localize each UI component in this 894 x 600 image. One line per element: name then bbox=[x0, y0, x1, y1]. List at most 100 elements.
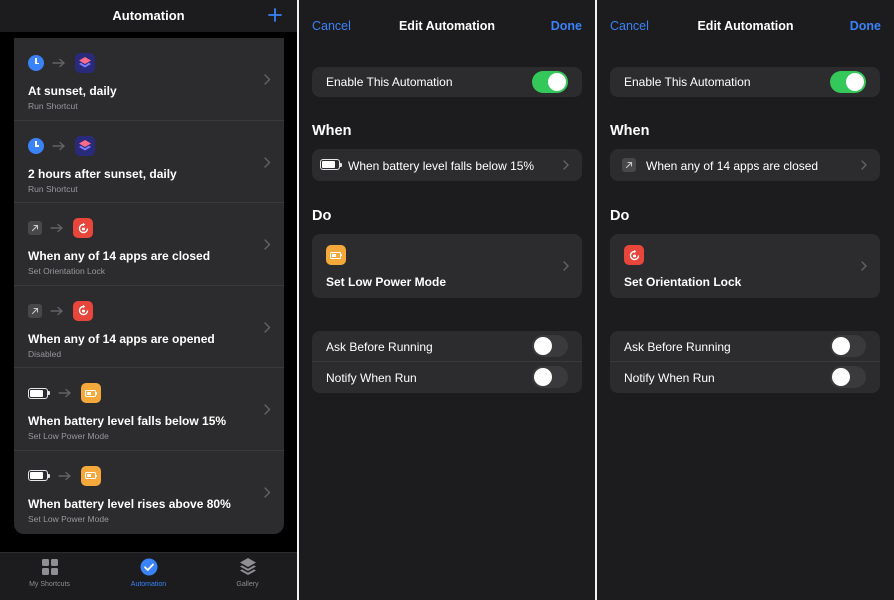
low-power-mode-icon bbox=[81, 383, 101, 404]
tab-label: My Shortcuts bbox=[29, 581, 70, 588]
do-action-label: Set Orientation Lock bbox=[624, 275, 742, 289]
chevron-right-icon bbox=[264, 156, 271, 168]
low-power-mode-icon bbox=[326, 245, 346, 265]
automation-subtitle: Run Shortcut bbox=[28, 183, 78, 194]
add-automation-button[interactable] bbox=[267, 5, 283, 25]
nav-bar: Cancel Edit Automation Done bbox=[299, 0, 595, 50]
tab-gallery[interactable]: Gallery bbox=[198, 557, 297, 588]
automation-list-screen: Automation At sunset, daily Run Shortcut bbox=[0, 0, 297, 600]
when-trigger-row[interactable]: When battery level falls below 15% bbox=[312, 149, 582, 181]
automation-title: When battery level rises above 80% bbox=[28, 496, 231, 511]
app-arrow-icon bbox=[28, 221, 42, 236]
automation-subtitle: Run Shortcut bbox=[28, 101, 78, 111]
grid-icon bbox=[41, 559, 58, 575]
orientation-lock-icon bbox=[624, 245, 644, 265]
arrow-right-icon bbox=[52, 58, 65, 68]
done-button[interactable]: Done bbox=[551, 19, 582, 33]
ask-before-running-toggle[interactable] bbox=[532, 335, 568, 357]
automation-list: At sunset, daily Run Shortcut 2 hours af… bbox=[14, 38, 284, 534]
automation-row[interactable]: When battery level rises above 80% Set L… bbox=[14, 451, 284, 534]
nav-bar: Cancel Edit Automation Done bbox=[597, 0, 894, 50]
clock-icon bbox=[28, 137, 44, 154]
plus-icon bbox=[268, 8, 282, 22]
options-group: Ask Before Running Notify When Run bbox=[312, 331, 582, 393]
notify-when-run-toggle[interactable] bbox=[830, 366, 866, 388]
ask-before-running-toggle[interactable] bbox=[830, 335, 866, 357]
battery-icon bbox=[28, 387, 50, 399]
when-trigger-label: When any of 14 apps are closed bbox=[646, 159, 819, 173]
enable-automation-row: Enable This Automation bbox=[312, 67, 582, 97]
battery-icon bbox=[28, 470, 50, 482]
ask-before-running-row: Ask Before Running bbox=[610, 331, 880, 362]
automation-title: When any of 14 apps are opened bbox=[28, 331, 215, 346]
automation-row[interactable]: When any of 14 apps are opened Disabled bbox=[14, 286, 284, 369]
orientation-lock-icon bbox=[73, 218, 93, 239]
chevron-right-icon bbox=[861, 261, 867, 271]
automation-row[interactable]: When any of 14 apps are closed Set Orien… bbox=[14, 203, 284, 286]
options-group: Ask Before Running Notify When Run bbox=[610, 331, 880, 393]
do-action-label: Set Low Power Mode bbox=[326, 275, 447, 289]
tab-label: Gallery bbox=[236, 581, 259, 588]
chevron-right-icon bbox=[563, 160, 569, 170]
automation-title: When any of 14 apps are closed bbox=[28, 249, 211, 264]
automation-row[interactable]: 2 hours after sunset, daily Run Shortcut bbox=[14, 121, 284, 204]
automation-row[interactable]: At sunset, daily Run Shortcut bbox=[14, 38, 284, 121]
automation-title: When battery level falls below 15% bbox=[28, 414, 227, 429]
page-title: Automation bbox=[112, 8, 185, 23]
do-heading: Do bbox=[610, 208, 630, 224]
layers-icon bbox=[239, 558, 256, 575]
notify-when-run-label: Notify When Run bbox=[326, 371, 417, 385]
when-trigger-row[interactable]: When any of 14 apps are closed bbox=[610, 149, 880, 181]
enable-automation-row: Enable This Automation bbox=[610, 67, 880, 97]
arrow-right-icon bbox=[50, 223, 63, 233]
arrow-right-icon bbox=[52, 141, 65, 150]
tab-bar: My Shortcuts Automation Gallery bbox=[0, 552, 297, 600]
automation-title: 2 hours after sunset, daily bbox=[28, 166, 177, 181]
automation-title: At sunset, daily bbox=[28, 84, 117, 98]
ask-before-running-row: Ask Before Running bbox=[312, 331, 582, 362]
notify-when-run-row: Notify When Run bbox=[610, 362, 880, 393]
notify-when-run-label: Notify When Run bbox=[624, 371, 715, 385]
enable-automation-toggle[interactable] bbox=[830, 71, 866, 93]
chevron-right-icon bbox=[264, 74, 271, 85]
clock-icon bbox=[28, 55, 44, 71]
shortcuts-icon bbox=[75, 135, 95, 156]
when-heading: When bbox=[312, 123, 352, 139]
automation-subtitle: Disabled bbox=[28, 348, 62, 359]
automation-subtitle: Set Orientation Lock bbox=[28, 266, 106, 277]
arrow-right-icon bbox=[58, 471, 71, 481]
chevron-right-icon bbox=[264, 404, 271, 416]
chevron-right-icon bbox=[861, 160, 867, 170]
do-action-row[interactable]: Set Orientation Lock bbox=[610, 234, 880, 298]
low-power-mode-icon bbox=[81, 465, 101, 486]
orientation-lock-icon bbox=[73, 300, 93, 321]
enable-automation-label: Enable This Automation bbox=[326, 75, 453, 89]
automation-subtitle: Set Low Power Mode bbox=[28, 513, 109, 524]
do-action-row[interactable]: Set Low Power Mode bbox=[312, 234, 582, 298]
enable-automation-toggle[interactable] bbox=[532, 71, 568, 93]
tab-my-shortcuts[interactable]: My Shortcuts bbox=[0, 557, 99, 588]
automation-row[interactable]: When battery level falls below 15% Set L… bbox=[14, 368, 284, 451]
arrow-right-icon bbox=[50, 306, 63, 315]
when-trigger-label: When battery level falls below 15% bbox=[348, 159, 535, 173]
notify-when-run-toggle[interactable] bbox=[532, 366, 568, 388]
edit-automation-screen-low-power: Cancel Edit Automation Done Enable This … bbox=[299, 0, 595, 600]
tab-automation[interactable]: Automation bbox=[99, 557, 198, 588]
enable-automation-label: Enable This Automation bbox=[624, 75, 751, 89]
chevron-right-icon bbox=[264, 322, 271, 333]
ask-before-running-label: Ask Before Running bbox=[624, 340, 731, 354]
automation-check-icon bbox=[140, 558, 157, 576]
app-arrow-icon bbox=[622, 158, 636, 172]
app-arrow-icon bbox=[28, 303, 42, 318]
battery-icon bbox=[320, 159, 342, 170]
edit-automation-screen-orientation: Cancel Edit Automation Done Enable This … bbox=[597, 0, 894, 600]
tab-label: Automation bbox=[130, 581, 167, 588]
when-heading: When bbox=[610, 123, 650, 139]
notify-when-run-row: Notify When Run bbox=[312, 362, 582, 393]
chevron-right-icon bbox=[264, 487, 271, 498]
shortcuts-icon bbox=[75, 53, 95, 73]
chevron-right-icon bbox=[563, 261, 569, 271]
done-button[interactable]: Done bbox=[850, 19, 881, 33]
ask-before-running-label: Ask Before Running bbox=[326, 340, 433, 354]
nav-bar: Automation bbox=[0, 0, 297, 32]
